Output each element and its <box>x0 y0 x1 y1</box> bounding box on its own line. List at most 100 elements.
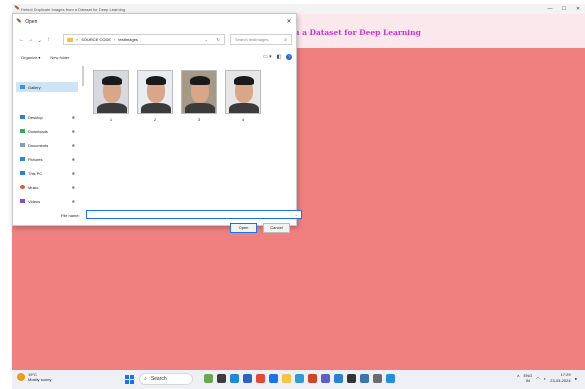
sidebar-item-gallery[interactable]: Gallery <box>16 82 78 92</box>
store-icon[interactable] <box>243 374 252 383</box>
minimize-button[interactable]: — <box>543 6 557 12</box>
pin-icon: ✱ <box>71 128 75 134</box>
image-thumbnail <box>93 70 129 114</box>
recent-chevron-icon[interactable]: ⌄ <box>35 37 44 44</box>
sidebar-item-music[interactable]: Music ✱ <box>16 182 78 192</box>
header-right-strip <box>572 14 585 48</box>
taskbar-search[interactable]: ⌕ Search <box>139 373 193 385</box>
file-name-label: File name: <box>61 212 80 218</box>
thumbnail-figure <box>97 103 127 113</box>
desktop-icon <box>20 115 25 119</box>
sidebar-item-label: Gallery <box>28 84 41 90</box>
notification-icon[interactable]: ● <box>575 376 577 381</box>
camera-icon[interactable] <box>386 374 395 383</box>
file-name-input[interactable]: ⌄ <box>86 210 302 219</box>
sidebar-item-label: Pictures <box>28 156 43 162</box>
image-thumbnail <box>137 70 173 114</box>
thumbnail-hair <box>234 76 254 85</box>
breadcrumb-testimages[interactable]: testImages <box>118 37 138 42</box>
address-bar[interactable]: « SOURCE CODE › testImages ⌄ ↻ <box>63 34 225 45</box>
taskbar-apps <box>204 374 395 383</box>
settings-icon[interactable] <box>373 374 382 383</box>
chrome-icon[interactable] <box>256 374 265 383</box>
file-list: 1 2 3 4 <box>85 66 297 208</box>
taskview-icon[interactable] <box>217 374 226 383</box>
sidebar-item-label: Desktop <box>28 114 43 120</box>
system-tray: ^ ENG IN ◠ ◗ 17:29 23-03-2024 ● <box>517 372 577 384</box>
pin-icon: ✱ <box>71 170 75 176</box>
search-placeholder: Search testImages <box>235 37 269 42</box>
dialog-titlebar[interactable]: 🪶 Open ✕ <box>13 14 296 29</box>
wifi-icon[interactable]: ◠ <box>536 376 540 381</box>
search-icon: ⌕ <box>144 376 147 382</box>
close-window-button[interactable]: ✕ <box>571 6 585 12</box>
forward-arrow-icon[interactable]: → <box>26 37 35 43</box>
mail-icon[interactable] <box>269 374 278 383</box>
clock[interactable]: 17:29 23-03-2024 <box>550 372 570 384</box>
thumbnail-hair <box>146 76 166 85</box>
tk-feather-icon: 🪶 <box>14 6 21 12</box>
refresh-icon[interactable]: ↻ <box>217 37 220 42</box>
app-heading: n a Dataset for Deep Learning <box>294 28 421 37</box>
maximize-button[interactable]: ☐ <box>557 6 571 12</box>
address-dropdown-icon[interactable]: ⌄ <box>205 37 208 42</box>
vscode-icon[interactable] <box>334 374 343 383</box>
open-button[interactable]: Open <box>230 223 257 233</box>
image-thumbnail <box>181 70 217 114</box>
photos-icon[interactable] <box>295 374 304 383</box>
file-name: 4 <box>241 117 245 122</box>
view-options-icon[interactable]: ▭ ▾ <box>263 54 272 60</box>
command-bar: Organize ▾ New folder ▭ ▾ ◧ ? <box>13 52 296 62</box>
terminal-icon[interactable] <box>347 374 356 383</box>
sidebar-item-videos[interactable]: Videos ✱ <box>16 196 78 206</box>
sidebar-scrollbar[interactable] <box>82 66 84 86</box>
screen-left-margin <box>0 0 12 389</box>
python-icon[interactable] <box>360 374 369 383</box>
navigation-pane: Gallery Desktop ✱ Downloads ✱ Documents … <box>13 66 83 208</box>
sidebar-item-downloads[interactable]: Downloads ✱ <box>16 126 78 136</box>
app-window-title: Detect Duplicate Images from a Dataset f… <box>21 6 126 12</box>
up-arrow-icon[interactable]: ↑ <box>44 37 53 43</box>
pin-icon: ✱ <box>71 184 75 190</box>
screen: 🪶 Detect Duplicate Images from a Dataset… <box>0 0 585 389</box>
language-indicator[interactable]: ENG IN <box>524 373 533 383</box>
pin-icon: ✱ <box>71 198 75 204</box>
open-file-dialog: 🪶 Open ✕ ← → ⌄ ↑ « SOURCE CODE › testIma… <box>12 13 302 233</box>
file-item[interactable]: 2 <box>137 70 173 128</box>
breadcrumb-overflow[interactable]: « <box>76 37 78 42</box>
gallery-icon <box>20 85 25 89</box>
sidebar-item-label: This PC <box>28 170 43 176</box>
organize-menu[interactable]: Organize ▾ <box>21 55 40 60</box>
pin-icon: ✱ <box>71 156 75 162</box>
volume-icon[interactable]: ◗ <box>544 376 546 381</box>
edge-icon[interactable] <box>230 374 239 383</box>
download-icon <box>20 129 25 133</box>
widgets-icon[interactable] <box>204 374 213 383</box>
weather-desc: Mostly sunny <box>28 377 52 382</box>
teams-icon[interactable] <box>321 374 330 383</box>
preview-pane-icon[interactable]: ◧ <box>277 54 282 60</box>
office-icon[interactable] <box>308 374 317 383</box>
sidebar-item-this-pc[interactable]: This PC ✱ <box>16 168 78 178</box>
dialog-close-button[interactable]: ✕ <box>282 18 296 25</box>
dialog-buttons: Open Cancel <box>230 223 290 233</box>
sidebar-item-documents[interactable]: Documents ✱ <box>16 140 78 150</box>
file-item[interactable]: 4 <box>225 70 261 128</box>
chevron-down-icon[interactable]: ⌄ <box>295 212 298 217</box>
sidebar-item-desktop[interactable]: Desktop ✱ <box>16 112 78 122</box>
breadcrumb-source-code[interactable]: SOURCE CODE <box>81 37 111 42</box>
help-icon[interactable]: ? <box>286 54 293 60</box>
chevron-up-icon[interactable]: ^ <box>517 375 519 381</box>
back-arrow-icon[interactable]: ← <box>17 37 26 43</box>
search-input[interactable]: Search testImages ⌕ <box>230 34 292 45</box>
file-item[interactable]: 1 <box>93 70 129 128</box>
thumbnail-figure <box>229 103 259 113</box>
new-folder-button[interactable]: New folder <box>50 55 69 60</box>
cancel-button[interactable]: Cancel <box>263 223 290 233</box>
windows-start-icon[interactable] <box>125 375 134 384</box>
file-item[interactable]: 3 <box>181 70 217 128</box>
weather-widget[interactable]: 19°C Mostly sunny <box>17 372 51 382</box>
sidebar-item-pictures[interactable]: Pictures ✱ <box>16 154 78 164</box>
explorer-icon[interactable] <box>282 374 291 383</box>
view-controls: ▭ ▾ ◧ ? <box>263 54 293 60</box>
